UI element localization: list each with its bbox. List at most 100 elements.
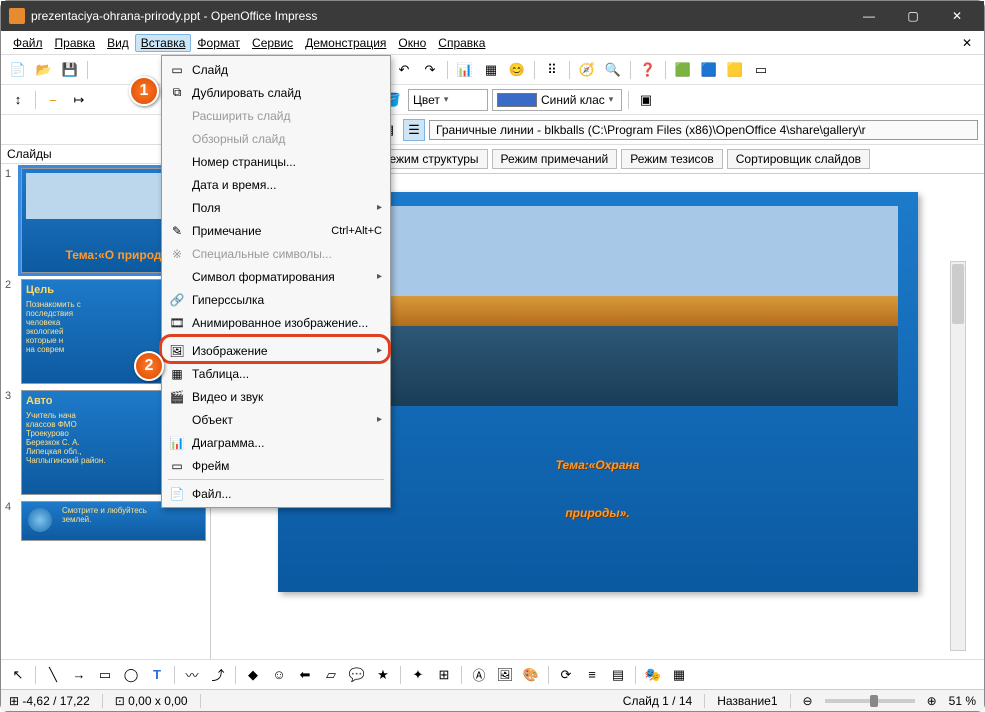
menu-item[interactable]: Объект▸ [164,408,388,431]
fill-type-combo[interactable]: Цвет▾ [408,89,488,111]
menu-edit[interactable]: Правка [49,34,102,52]
save-button[interactable]: 💾 [59,59,81,81]
window-title: prezentaciya-ohrana-prirody.ppt - OpenOf… [31,9,856,23]
fontwork-button[interactable]: Ⓐ [468,664,490,686]
from-file-button[interactable]: 🖼 [494,664,516,686]
status-layout: Название1 [717,694,790,708]
rect-tool[interactable]: ▭ [94,664,116,686]
vertical-scrollbar[interactable] [950,261,966,651]
zoom-slider[interactable] [825,699,915,703]
gallery-path: Граничные линии - blkballs (C:\Program F… [429,120,978,140]
menu-item[interactable]: 🎞Анимированное изображение... [164,311,388,334]
callout-shapes[interactable]: 💬 [346,664,368,686]
align-button[interactable]: ≡ [581,664,603,686]
tb-icon-c[interactable]: 🟨 [724,59,746,81]
open-button[interactable]: 📂 [33,59,55,81]
menu-item[interactable]: ▦Таблица... [164,362,388,385]
tab-sorter[interactable]: Сортировщик слайдов [727,149,870,169]
grid-button[interactable]: ⠿ [541,59,563,81]
menu-item[interactable]: ▭Фрейм [164,454,388,477]
menu-item[interactable]: Символ форматирования▸ [164,265,388,288]
tb-icon-b[interactable]: 🟦 [698,59,720,81]
redo-button[interactable]: ↷ [419,59,441,81]
title-bar: prezentaciya-ohrana-prirody.ppt - OpenOf… [1,1,984,31]
ellipse-tool[interactable]: ◯ [120,664,142,686]
menu-help[interactable]: Справка [432,34,491,52]
menu-item[interactable]: Поля▸ [164,196,388,219]
menu-file[interactable]: Файл [7,34,49,52]
zoom-in-button[interactable]: ⊕ [927,694,937,708]
minimize-button[interactable]: — [856,9,882,23]
zoom-value[interactable]: 51 % [949,694,976,708]
menu-slideshow[interactable]: Демонстрация [299,34,392,52]
status-bar: ⊞ -4,62 / 17,22 ⊡ 0,00 x 0,00 Слайд 1 / … [1,689,984,711]
menu-item: ※Специальные символы... [164,242,388,265]
menu-item[interactable]: ⧉Дублировать слайд [164,81,388,104]
menu-item[interactable]: 🖼Изображение▸ [164,339,388,362]
symbol-shapes[interactable]: ☺ [268,664,290,686]
tb-icon-d[interactable]: ▭ [750,59,772,81]
maximize-button[interactable]: ▢ [900,9,926,23]
flowchart-shapes[interactable]: ▱ [320,664,342,686]
menu-window[interactable]: Окно [392,34,432,52]
line-tool[interactable]: ╲ [42,664,64,686]
line-style-button[interactable]: ⎯ [42,89,64,111]
status-pos: ⊞ -4,62 / 17,22 [9,694,103,708]
menu-item[interactable]: Номер страницы... [164,150,388,173]
shadow-button[interactable]: ▣ [635,89,657,111]
callout-2: 2 [134,351,164,381]
arrow-style-button[interactable]: ↕ [7,89,29,111]
close-doc-button[interactable]: ✕ [956,36,978,50]
menu-bar: Файл Правка Вид Вставка Формат Сервис Де… [1,31,984,55]
tb-icon-a[interactable]: 🟩 [672,59,694,81]
curve-tool[interactable]: 〰 [181,664,203,686]
zoom-out-button[interactable]: ⊖ [803,694,813,708]
menu-item[interactable]: Дата и время... [164,173,388,196]
table-button[interactable]: ▦ [480,59,502,81]
menu-insert[interactable]: Вставка [135,34,192,52]
slide-layout-button[interactable]: ▦ [668,664,690,686]
fill-color-combo[interactable]: Синий клас▾ [492,89,622,111]
undo-button[interactable]: ↶ [393,59,415,81]
arrow-tool[interactable]: → [68,664,90,686]
rotate-button[interactable]: ⟳ [555,664,577,686]
close-button[interactable]: ✕ [944,9,970,23]
insert-menu-dropdown: ▭Слайд⧉Дублировать слайдРасширить слайдО… [161,55,391,508]
menu-item[interactable]: ▭Слайд [164,58,388,81]
menu-item[interactable]: 📄Файл... [164,482,388,505]
line-end-button[interactable]: ↦ [68,89,90,111]
menu-view[interactable]: Вид [101,34,135,52]
slide-design-button[interactable]: 🎭 [642,664,664,686]
menu-item: Обзорный слайд [164,127,388,150]
drawing-toolbar: ↖ ╲ → ▭ ◯ T 〰 ⤴ ◆ ☺ ⬅ ▱ 💬 ★ ✦ ⊞ Ⓐ 🖼 🎨 ⟳ … [1,659,984,689]
menu-item[interactable]: 📊Диаграмма... [164,431,388,454]
menu-format[interactable]: Формат [191,34,246,52]
tab-handout[interactable]: Режим тезисов [621,149,723,169]
gallery-list-view[interactable]: ☰ [403,119,425,141]
star-shapes[interactable]: ★ [372,664,394,686]
block-arrows[interactable]: ⬅ [294,664,316,686]
menu-item[interactable]: ✎ПримечаниеCtrl+Alt+C [164,219,388,242]
tab-notes[interactable]: Режим примечаний [492,149,618,169]
help-button[interactable]: ❓ [637,59,659,81]
basic-shapes[interactable]: ◆ [242,664,264,686]
select-tool[interactable]: ↖ [7,664,29,686]
connector-tool[interactable]: ⤴ [207,664,229,686]
glue-tool[interactable]: ⊞ [433,664,455,686]
hyperlink-button[interactable]: 😊 [506,59,528,81]
menu-item[interactable]: 🎬Видео и звук [164,385,388,408]
app-icon [9,8,25,24]
points-tool[interactable]: ✦ [407,664,429,686]
gallery-button[interactable]: 🎨 [520,664,542,686]
menu-item[interactable]: 🔗Гиперссылка [164,288,388,311]
zoom-button[interactable]: 🔍 [602,59,624,81]
chart-button[interactable]: 📊 [454,59,476,81]
new-doc-button[interactable]: 📄 [7,59,29,81]
status-slide: Слайд 1 / 14 [623,694,705,708]
text-tool[interactable]: T [146,664,168,686]
arrange-button[interactable]: ▤ [607,664,629,686]
menu-tools[interactable]: Сервис [246,34,299,52]
callout-1: 1 [129,76,159,106]
navigator-button[interactable]: 🧭 [576,59,598,81]
status-size: ⊡ 0,00 x 0,00 [115,694,201,708]
